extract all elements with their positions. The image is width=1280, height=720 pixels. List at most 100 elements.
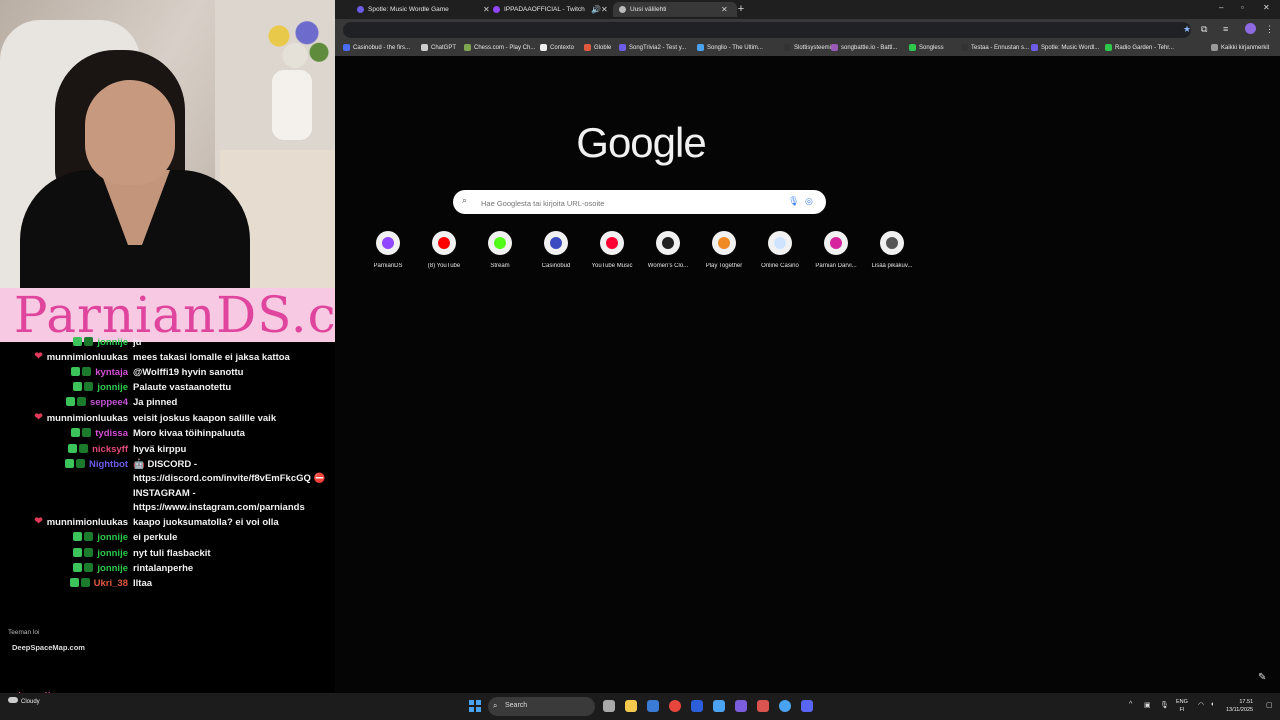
shortcut-icon	[432, 231, 456, 255]
chat-username[interactable]: jonnije	[97, 381, 128, 395]
app-l-icon[interactable]	[691, 700, 703, 712]
shortcut-tile[interactable]: Parnian Darvi...	[808, 231, 864, 269]
chat-username[interactable]: kyntaja	[95, 366, 128, 380]
shortcut-tile[interactable]: YouTube Music	[584, 231, 640, 269]
shortcut-label: Online Casino	[761, 263, 799, 269]
taskbar-search-label: Search	[505, 702, 528, 709]
app-c-icon[interactable]	[779, 700, 791, 712]
shortcut-tile[interactable]: Lisää pikakuv...	[864, 231, 920, 269]
bookmark-item[interactable]: Chess.com - Play Ch...	[464, 44, 535, 51]
new-tab-button[interactable]: +	[735, 3, 747, 15]
bookmark-item[interactable]: Spotle: Music Wordl...	[1031, 44, 1099, 51]
tab-twitch[interactable]: IPPADAAOFFICIAL - Twitch 🔊 ✕	[493, 2, 608, 17]
bookmark-item[interactable]: Songless	[909, 44, 944, 51]
google-search-box[interactable]: ⌕ 🎙 ◎	[453, 190, 826, 214]
speaker-icon[interactable]: 🔊	[591, 5, 601, 14]
chrome-taskbar-icon[interactable]	[669, 700, 681, 712]
notification-icon[interactable]: ▢	[1266, 701, 1273, 709]
extensions-icon[interactable]: ⧉	[1201, 24, 1207, 35]
shortcut-tile[interactable]: Women's Clo...	[640, 231, 696, 269]
bookmark-item[interactable]: Slottisysteemit	[784, 44, 833, 51]
weather-widget[interactable]: Cloudy	[8, 697, 40, 705]
chat-username[interactable]: munnimionluukas	[47, 516, 128, 530]
maximize-icon[interactable]: ▫	[1241, 3, 1244, 12]
chat-badge-icon	[73, 337, 83, 346]
chat-username[interactable]: jonnije	[97, 531, 128, 545]
app-purple-icon[interactable]	[735, 700, 747, 712]
shortcut-tile[interactable]: ParnianDS	[360, 231, 416, 269]
discord-icon[interactable]	[801, 700, 813, 712]
wifi-icon[interactable]: ◠	[1198, 701, 1204, 709]
shortcut-favicon-icon	[886, 237, 898, 249]
chat-username[interactable]: jonnije	[97, 336, 128, 350]
address-bar[interactable]: ★	[343, 22, 1191, 38]
shortcut-label: ParnianDS	[373, 263, 403, 269]
chat-username[interactable]: seppee4	[90, 396, 128, 410]
close-icon[interactable]: ✕	[601, 5, 608, 14]
chat-username[interactable]: jonnije	[97, 562, 128, 576]
chat-username[interactable]: munnimionluukas	[47, 412, 128, 426]
tray-mic-icon[interactable]: 🎙	[1160, 701, 1169, 709]
bookmark-item[interactable]: Songlio - The Ultim...	[697, 44, 763, 51]
bookmark-item[interactable]: SongTrivia2 - Test y...	[619, 44, 686, 51]
shortcut-favicon-icon	[382, 237, 394, 249]
file-explorer-icon[interactable]	[625, 700, 637, 712]
shortcut-tile[interactable]: Online Casino	[752, 231, 808, 269]
taskbar-search[interactable]: ⌕ Search	[488, 697, 595, 716]
system-clock[interactable]: 17.51 13/11/2025	[1226, 698, 1253, 714]
close-window-icon[interactable]: ✕	[1263, 3, 1270, 12]
bookmark-label: Globle	[594, 44, 612, 51]
app-blue-icon[interactable]	[713, 700, 725, 712]
bookmark-item[interactable]: Casinobud - the firs...	[343, 44, 410, 51]
shortcut-label: Casinobud	[541, 263, 571, 269]
bookmark-label: Radio Garden - Tehr...	[1115, 44, 1174, 51]
shortcut-tile[interactable]: Stream	[472, 231, 528, 269]
bookmark-item[interactable]: ChatGPT	[421, 44, 456, 51]
start-button[interactable]	[469, 700, 481, 712]
bookmark-item[interactable]: Testaa - Ennustan s...	[961, 44, 1029, 51]
store-icon[interactable]	[647, 700, 659, 712]
close-icon[interactable]: ✕	[483, 5, 490, 14]
bookmark-star-icon[interactable]: ★	[1183, 24, 1191, 35]
shortcut-tile[interactable]: (8) YouTube	[416, 231, 472, 269]
webcam-streamer-face	[85, 80, 175, 185]
tab-new-tab[interactable]: Uusi välilehti ✕	[613, 2, 737, 17]
language-indicator[interactable]: ENG FI	[1176, 698, 1188, 714]
minimize-icon[interactable]: –	[1219, 3, 1223, 12]
volume-icon[interactable]: ◖	[1210, 701, 1214, 708]
menu-icon[interactable]: ⋮	[1265, 24, 1274, 35]
customize-pencil-icon[interactable]: ✎	[1258, 672, 1266, 683]
media-icon[interactable]: ≡	[1223, 24, 1228, 34]
chat-username[interactable]: Nightbot	[89, 458, 128, 472]
chat-username[interactable]: nicksyff	[92, 443, 128, 457]
task-view-icon[interactable]	[603, 700, 615, 712]
chat-username[interactable]: Ukri_38	[94, 577, 128, 591]
bookmark-item[interactable]: Globle	[584, 44, 611, 51]
chat-badges	[73, 548, 94, 557]
lens-icon[interactable]: ◎	[805, 196, 813, 207]
search-input[interactable]	[479, 194, 783, 212]
close-icon[interactable]: ✕	[721, 5, 728, 14]
app-red-icon[interactable]	[757, 700, 769, 712]
bookmark-item[interactable]: Radio Garden - Tehr...	[1105, 44, 1174, 51]
bookmark-favicon-icon	[831, 44, 838, 51]
shortcut-tile[interactable]: Casinobud	[528, 231, 584, 269]
bookmark-item[interactable]: Kaikki kirjanmerkit	[1211, 44, 1269, 51]
bookmark-favicon-icon	[961, 44, 968, 51]
chat-username[interactable]: tydissa	[95, 427, 128, 441]
chat-badges	[64, 459, 85, 468]
shortcut-label: Play Together	[705, 263, 743, 269]
chat-username[interactable]: munnimionluukas	[47, 351, 128, 365]
bookmark-item[interactable]: Contexto	[540, 44, 574, 51]
chat-message-text: mees takasi lomalle ei jaksa kattoa	[133, 352, 290, 363]
bookmark-item[interactable]: songbattle.io - Battl...	[831, 44, 897, 51]
chat-badges	[73, 532, 94, 541]
chat-username[interactable]: jonnije	[97, 547, 128, 561]
tab-spotle[interactable]: Spotle: Music Wordle Game ✕	[357, 2, 490, 17]
microphone-icon[interactable]: 🎙	[788, 196, 799, 208]
chevron-up-icon[interactable]: ^	[1129, 701, 1132, 708]
taskbar: Cloudy ⌕ Search ^ ▣ 🎙 ENG FI ◠ ◖ 17.51 1…	[0, 693, 1280, 720]
tray-app-icon[interactable]: ▣	[1144, 701, 1151, 709]
shortcut-tile[interactable]: Play Together	[696, 231, 752, 269]
profile-avatar[interactable]	[1245, 23, 1256, 34]
